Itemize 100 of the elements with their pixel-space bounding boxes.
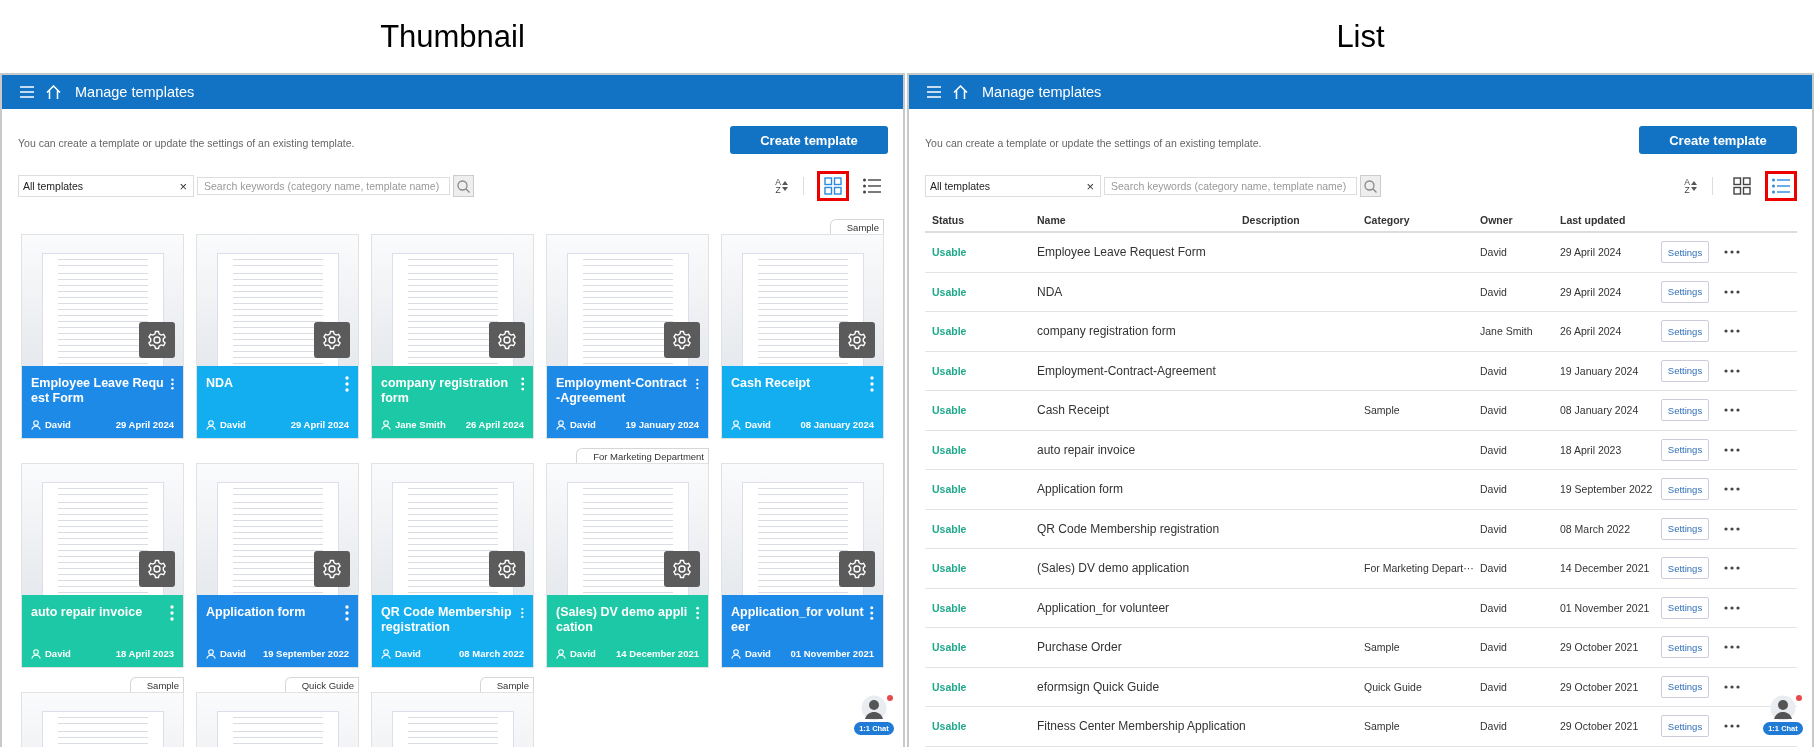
settings-button[interactable]: Settings bbox=[1661, 517, 1709, 540]
category-tag: Sample bbox=[479, 677, 534, 692]
updated-date: 19 September 2022 bbox=[262, 648, 349, 659]
clear-icon[interactable]: × bbox=[1086, 178, 1094, 194]
name-cell-text: Application form bbox=[1037, 482, 1125, 497]
owner-name: David bbox=[220, 648, 246, 659]
status-cell-text: Usable bbox=[932, 720, 968, 733]
settings-button[interactable] bbox=[664, 551, 700, 587]
date-cell-text: 01 November 2021 bbox=[1560, 601, 1651, 614]
intro-text: You can create a template or update the settings of an existing template. bbox=[18, 137, 355, 149]
person-icon bbox=[731, 419, 741, 430]
more-icon[interactable] bbox=[1724, 566, 1740, 571]
owner-name: Jane Smith bbox=[395, 419, 446, 430]
search-field[interactable]: Search keywords (category name, template name) bbox=[1104, 177, 1357, 195]
category-filter[interactable]: All templates × bbox=[18, 175, 194, 197]
category-cell-text: Sample bbox=[1364, 641, 1401, 654]
create-template-button[interactable]: Create template bbox=[1639, 126, 1797, 154]
settings-button[interactable]: Settings bbox=[1661, 280, 1709, 303]
date-cell-text: 08 March 2022 bbox=[1560, 522, 1632, 535]
name-cell-text: Employment-Contract-Agreement bbox=[1037, 363, 1217, 378]
date-cell-text: 14 December 2021 bbox=[1560, 562, 1651, 575]
name-cell-text: Purchase Order bbox=[1037, 640, 1123, 655]
search-field[interactable]: Search keywords (category name, template name) bbox=[197, 177, 450, 195]
list-icon bbox=[863, 178, 881, 194]
more-icon[interactable] bbox=[1724, 526, 1740, 531]
settings-button[interactable]: Settings bbox=[1661, 359, 1709, 382]
owner-cell-text: David bbox=[1480, 483, 1508, 496]
settings-button[interactable] bbox=[314, 322, 350, 358]
owner-name: David bbox=[45, 419, 71, 430]
settings-button[interactable] bbox=[139, 322, 175, 358]
column-header: Owner bbox=[1480, 214, 1514, 226]
date-cell-text: 29 October 2021 bbox=[1560, 641, 1640, 654]
settings-button[interactable]: Settings bbox=[1661, 675, 1709, 698]
updated-date: 01 November 2021 bbox=[790, 648, 874, 659]
template-card[interactable]: Application form David 19 September 2022 bbox=[196, 463, 359, 668]
settings-button[interactable]: Settings bbox=[1661, 557, 1709, 580]
kebab-menu-icon[interactable] bbox=[171, 376, 174, 392]
date-cell-text: 19 January 2024 bbox=[1560, 364, 1640, 377]
category-cell-text: For Marketing Depart··· bbox=[1364, 562, 1475, 575]
status-cell-text: Usable bbox=[932, 443, 968, 456]
template-card[interactable]: Application_for volunteer David 01 November 2021 bbox=[721, 463, 884, 668]
sort-button[interactable]: A Z bbox=[769, 175, 794, 197]
settings-icon bbox=[847, 559, 867, 579]
page-title: Manage templates bbox=[982, 84, 1102, 100]
more-icon[interactable] bbox=[1724, 368, 1740, 373]
owner-name: David bbox=[570, 648, 596, 659]
kebab-menu-icon[interactable] bbox=[696, 376, 699, 392]
more-icon[interactable] bbox=[1724, 724, 1740, 729]
settings-button[interactable]: Settings bbox=[1661, 596, 1709, 619]
sort-button[interactable]: A Z bbox=[1678, 175, 1703, 197]
person-icon bbox=[556, 648, 566, 659]
search-button[interactable] bbox=[1360, 175, 1381, 197]
settings-button[interactable] bbox=[664, 322, 700, 358]
settings-button[interactable]: Settings bbox=[1661, 636, 1709, 659]
section-caption: Thumbnail bbox=[379, 17, 526, 56]
home-icon[interactable] bbox=[953, 85, 968, 99]
updated-date: 29 April 2024 bbox=[290, 419, 349, 430]
settings-button[interactable] bbox=[139, 551, 175, 587]
home-icon[interactable] bbox=[46, 85, 61, 99]
settings-button[interactable] bbox=[839, 322, 875, 358]
more-icon[interactable] bbox=[1724, 329, 1740, 334]
grid-view-button[interactable] bbox=[817, 171, 849, 201]
settings-button[interactable]: Settings bbox=[1661, 320, 1709, 343]
settings-button[interactable]: Settings bbox=[1661, 241, 1709, 264]
more-icon[interactable] bbox=[1724, 684, 1740, 689]
owner-cell-text: David bbox=[1480, 443, 1508, 456]
settings-button[interactable]: Settings bbox=[1661, 478, 1709, 501]
category-cell-text: Sample bbox=[1364, 720, 1401, 733]
more-icon[interactable] bbox=[1724, 487, 1740, 492]
menu-icon[interactable] bbox=[927, 86, 941, 98]
more-icon[interactable] bbox=[1724, 645, 1740, 650]
menu-icon[interactable] bbox=[20, 86, 34, 98]
settings-button[interactable] bbox=[489, 322, 525, 358]
card-title: (Sales) DV demo application bbox=[556, 605, 689, 635]
settings-button[interactable]: Settings bbox=[1661, 399, 1709, 422]
person-icon bbox=[31, 419, 41, 430]
settings-button[interactable] bbox=[314, 551, 350, 587]
card-title: auto repair invoice bbox=[31, 605, 143, 620]
more-icon[interactable] bbox=[1724, 408, 1740, 413]
category-filter[interactable]: All templates × bbox=[925, 175, 1101, 197]
settings-button[interactable]: Settings bbox=[1661, 438, 1709, 461]
settings-button[interactable] bbox=[489, 551, 525, 587]
settings-button[interactable]: Settings bbox=[1661, 715, 1709, 738]
owner-name: David bbox=[745, 648, 771, 659]
settings-icon bbox=[672, 330, 692, 350]
clear-icon[interactable]: × bbox=[179, 178, 187, 194]
create-template-button[interactable]: Create template bbox=[730, 126, 888, 154]
template-card[interactable]: Employment-Contract-Agreement David 19 January 2024 bbox=[546, 234, 709, 439]
more-icon[interactable] bbox=[1724, 250, 1740, 255]
search-button[interactable] bbox=[453, 175, 474, 197]
template-card[interactable]: Employee Leave Request Form David 29 April 2024 bbox=[21, 234, 184, 439]
more-icon[interactable] bbox=[1724, 605, 1740, 610]
person-icon bbox=[206, 648, 216, 659]
kebab-menu-icon[interactable] bbox=[870, 605, 874, 621]
more-icon[interactable] bbox=[1724, 447, 1740, 452]
more-icon[interactable] bbox=[1724, 289, 1740, 294]
kebab-menu-icon[interactable] bbox=[345, 605, 349, 621]
name-cell-text: auto repair invoice bbox=[1037, 442, 1137, 457]
settings-button[interactable] bbox=[839, 551, 875, 587]
list-view-button[interactable] bbox=[1765, 171, 1797, 201]
